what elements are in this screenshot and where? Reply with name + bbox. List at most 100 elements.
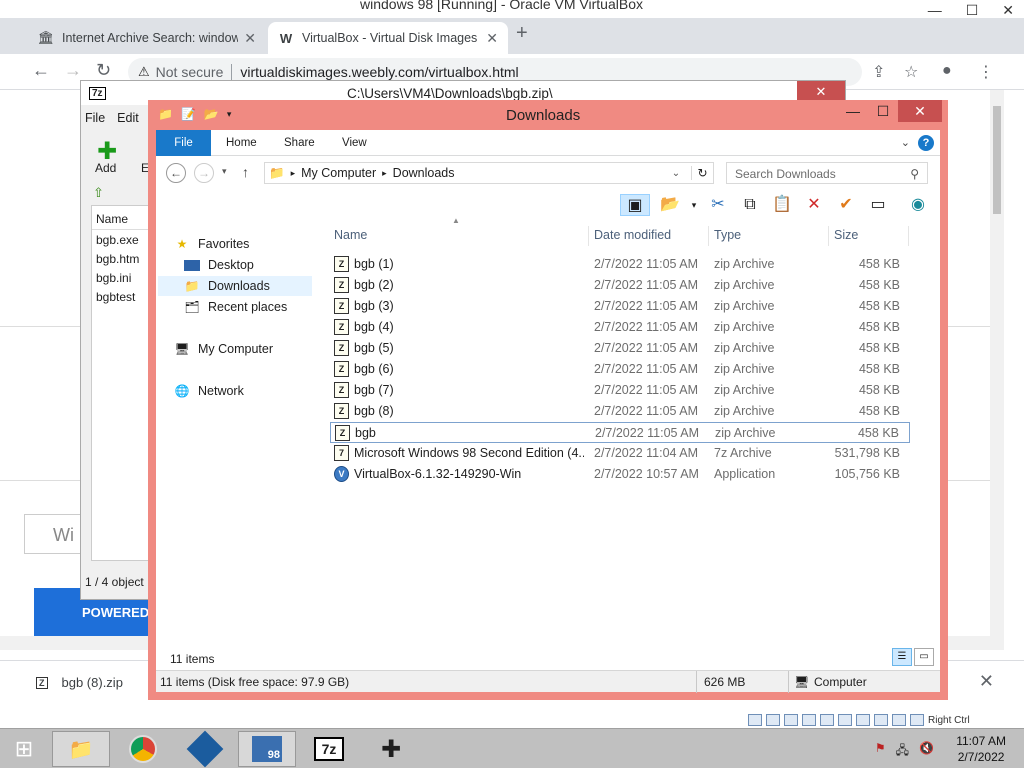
rename-icon[interactable]: ▭ [866,194,890,216]
list-item[interactable]: bgbtest [92,287,150,306]
7zip-add-button[interactable]: Add [95,161,116,175]
share-icon[interactable]: ⇪ [872,62,885,82]
table-row[interactable]: Zbgb (7) 2/7/2022 11:05 AM zip Archive 458 … [330,380,910,401]
nav-network[interactable]: 🌐 Network [174,381,244,401]
bookmark-star-icon[interactable]: ☆ [904,62,918,82]
folder-options-icon[interactable]: 📂 [658,194,682,216]
7zip-col-name[interactable]: Name [92,206,150,230]
7zip-menu-file[interactable]: File [85,111,105,125]
7zip-menu-edit[interactable]: Edit [117,111,139,125]
paste-icon[interactable]: 📋 [770,194,794,216]
host-close-button[interactable]: ✕ [1002,2,1014,19]
usb-icon[interactable] [820,714,834,726]
list-item[interactable]: bgb.ini [92,268,150,287]
page-vertical-scrollbar[interactable] [990,90,1004,636]
chevron-down-icon[interactable]: ▾ [227,107,232,121]
network-tray-icon[interactable]: 🖧 [896,741,909,762]
table-row[interactable]: 7 Microsoft Windows 98 Second Edition (4.… [330,443,910,464]
delete-icon[interactable]: ✕ [802,194,826,216]
taskbar-chrome[interactable] [114,731,172,767]
col-name[interactable]: Name [334,228,367,242]
col-type[interactable]: Type [714,228,741,242]
list-item[interactable]: bgb.htm [92,249,150,268]
display-icon[interactable] [856,714,870,726]
tab-share[interactable]: Share [270,130,329,156]
close-tab-icon[interactable]: ✕ [486,30,498,47]
new-tab-button[interactable]: + [516,22,528,45]
clock[interactable]: 11:07 AM 2/7/2022 [956,733,1006,765]
hard-disk-icon[interactable] [748,714,762,726]
refresh-icon[interactable]: ↻ [691,166,713,180]
expand-ribbon-icon[interactable]: ⌄ [901,136,910,149]
table-row[interactable]: V VirtualBox-6.1.32-149290-Win 2/7/2022 10… [330,464,910,485]
table-row[interactable]: Zbgb (6) 2/7/2022 11:05 AM zip Archive 458 … [330,359,910,380]
mouse-integration-icon[interactable] [910,714,924,726]
flag-icon[interactable]: ⚑ [875,741,886,762]
table-row[interactable]: Zbgb (3) 2/7/2022 11:05 AM zip Archive 458 … [330,296,910,317]
table-row-selected[interactable]: Zbgb 2/7/2022 11:05 AM zip Archive 458 KB [330,422,910,443]
table-row[interactable]: Zbgb (1) 2/7/2022 11:05 AM zip Archive 458 … [330,254,910,275]
details-view-icon[interactable]: ☰ [892,648,912,666]
explorer-minimize-button[interactable]: — [838,100,868,122]
chevron-down-icon[interactable]: ▾ [682,194,706,216]
download-item[interactable]: Z bgb (8).zip [36,675,123,690]
preview-pane-icon[interactable]: ▣ [620,194,650,216]
address-bar[interactable]: 📁 ▸ My Computer ▸ Downloads ⌄ ↻ [264,162,714,184]
scroll-thumb[interactable] [993,106,1001,214]
table-row[interactable]: Zbgb (2) 2/7/2022 11:05 AM zip Archive 458 … [330,275,910,296]
forward-button[interactable]: → [194,163,214,183]
help-icon[interactable]: ? [918,135,934,151]
tab-file[interactable]: File [156,130,211,156]
cpu-icon[interactable] [892,714,906,726]
col-size[interactable]: Size [834,228,858,242]
list-item[interactable]: bgb.exe [92,230,150,249]
search-input[interactable]: Search Downloads ⚲ [726,162,928,184]
tab-view[interactable]: View [328,130,381,156]
network-adapter-icon[interactable] [802,714,816,726]
column-divider[interactable] [828,226,829,246]
properties-icon[interactable]: 📝 [181,107,196,121]
volume-muted-icon[interactable]: 🔇 [919,741,934,762]
breadcrumb-my-computer[interactable]: My Computer [301,166,376,180]
chevron-down-icon[interactable]: ⌄ [667,168,685,179]
start-button[interactable]: ⊞ [4,731,44,767]
explorer-close-button[interactable]: ✕ [898,100,942,122]
new-folder-icon[interactable]: 📂 [204,107,219,121]
taskbar-windows98-vm[interactable]: 98 [238,731,296,767]
recording-icon[interactable] [874,714,888,726]
table-row[interactable]: Zbgb (4) 2/7/2022 11:05 AM zip Archive 458 … [330,317,910,338]
nav-desktop[interactable]: Desktop [184,255,254,275]
folder-icon[interactable]: 📁 [158,107,173,121]
taskbar-7zip[interactable]: 7z [300,731,358,767]
column-divider[interactable] [708,226,709,246]
taskbar-game-app[interactable]: ✚ [362,731,420,767]
reload-icon[interactable]: ↻ [96,60,111,81]
properties-check-icon[interactable]: ✔ [834,194,858,216]
chrome-menu-icon[interactable]: ⋮ [978,62,994,82]
explorer-maximize-button[interactable]: ☐ [868,100,898,122]
close-tab-icon[interactable]: ✕ [244,30,256,47]
table-row[interactable]: Zbgb (5) 2/7/2022 11:05 AM zip Archive 458 … [330,338,910,359]
optical-drive-icon[interactable] [766,714,780,726]
forward-icon[interactable]: → [64,60,82,81]
large-icons-view-icon[interactable]: ▭ [914,648,934,666]
recent-locations-icon[interactable]: ▾ [222,166,227,177]
nav-my-computer[interactable]: 🖥 My Computer [174,339,273,359]
nav-favorites[interactable]: ★ Favorites [174,234,250,254]
up-folder-icon[interactable]: ⇧ [93,185,104,201]
back-icon[interactable]: ← [32,60,50,81]
shared-folder-icon[interactable] [838,714,852,726]
tab-home[interactable]: Home [212,130,271,156]
column-divider[interactable] [588,226,589,246]
back-button[interactable]: ← [166,163,186,183]
globe-icon[interactable]: ◉ [906,194,930,216]
col-date-modified[interactable]: Date modified [594,228,671,242]
column-divider[interactable] [908,226,909,246]
close-download-bar-icon[interactable]: ✕ [979,671,994,692]
copy-icon[interactable]: ⧉ [738,194,762,216]
profile-avatar-icon[interactable]: ● [942,62,952,80]
nav-recent-places[interactable]: 🗂 Recent places [184,297,287,317]
table-row[interactable]: Zbgb (8) 2/7/2022 11:05 AM zip Archive 458 … [330,401,910,422]
cut-icon[interactable]: ✂ [706,194,730,216]
audio-icon[interactable] [784,714,798,726]
